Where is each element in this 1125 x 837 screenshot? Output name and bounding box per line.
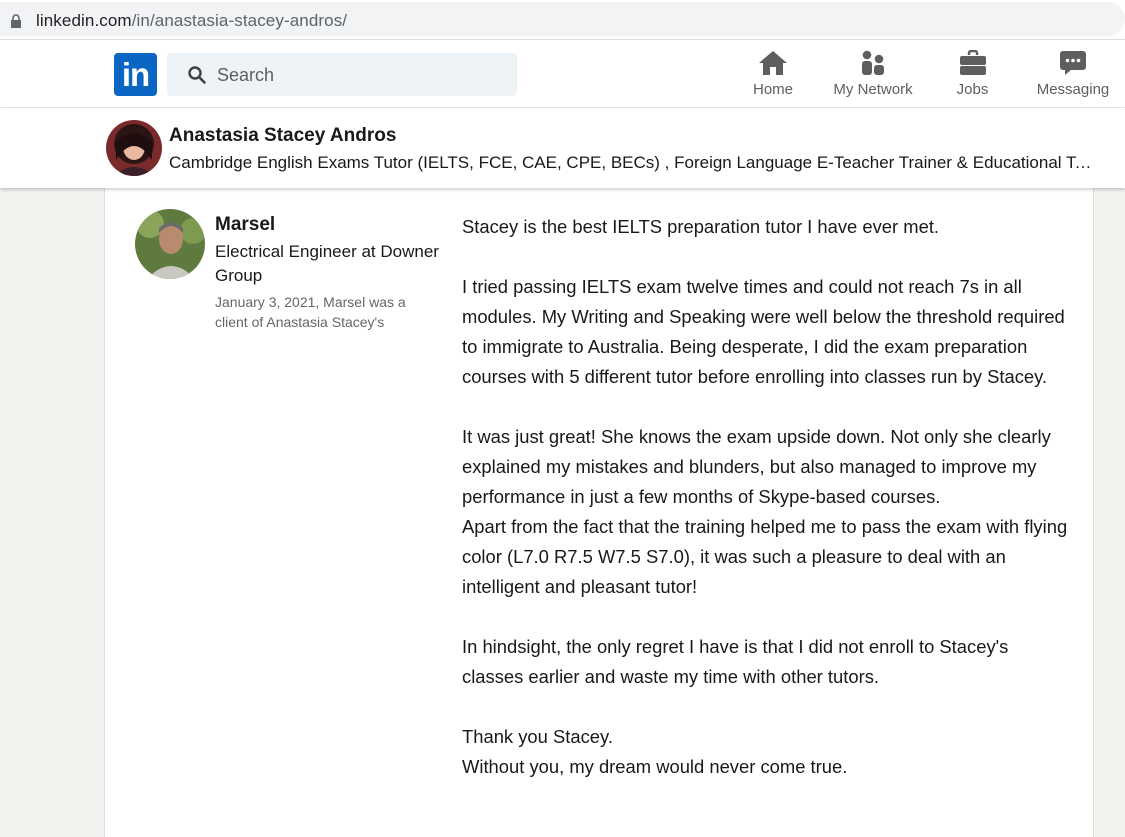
profile-name: Anastasia Stacey Andros (169, 125, 397, 146)
recommendation-paragraph: It was just great! She knows the exam up… (462, 426, 1051, 507)
nav-item-jobs[interactable]: Jobs (950, 50, 995, 98)
profile-headline: Cambridge English Exams Tutor (IELTS, FC… (169, 153, 1094, 172)
profile-avatar[interactable] (106, 120, 162, 176)
recommendation-card: Marsel Electrical Engineer at Downer Gro… (104, 188, 1094, 837)
search-input[interactable]: Search (167, 53, 517, 96)
home-icon (759, 51, 787, 75)
nav-item-my-network[interactable]: My Network (828, 50, 918, 98)
search-icon (188, 66, 206, 84)
recommendation-meta: January 3, 2021, Marsel was a client of … (215, 294, 406, 330)
nav-label-my-network: My Network (833, 81, 913, 98)
url-host: linkedin.com (36, 11, 132, 30)
logo-text: in (121, 55, 150, 93)
recommender-avatar[interactable] (135, 209, 205, 279)
top-navigation: in Search Home My Network Jobs Messaging (0, 40, 1125, 108)
network-icon (862, 50, 884, 75)
recommendation-paragraph: I tried passing IELTS exam twelve times … (462, 276, 1065, 387)
profile-photo (106, 120, 162, 176)
address-field[interactable]: linkedin.com/in/anastasia-stacey-andros/ (0, 2, 1125, 36)
recommendation-paragraph: Stacey is the best IELTS preparation tut… (462, 216, 940, 237)
lock-icon (11, 14, 21, 28)
url-path: /in/anastasia-stacey-andros/ (131, 11, 348, 30)
nav-label-home: Home (752, 81, 793, 98)
profile-sticky-header: Anastasia Stacey Andros Cambridge Englis… (0, 108, 1125, 188)
search-placeholder: Search (217, 65, 275, 85)
recommender-name[interactable]: Marsel (215, 214, 275, 236)
recommendation-paragraph: Without you, my dream would never come t… (462, 756, 848, 777)
recommender-title: Electrical Engineer at Downer Group (215, 242, 439, 285)
recommendation-text: Stacey is the best IELTS preparation tut… (462, 212, 1072, 782)
recommender-photo (135, 209, 205, 279)
messaging-icon (1060, 51, 1086, 75)
linkedin-logo[interactable]: in (114, 53, 157, 96)
recommendation-paragraph: In hindsight, the only regret I have is … (462, 636, 1009, 687)
briefcase-icon (959, 50, 986, 75)
nav-item-messaging[interactable]: Messaging (1033, 50, 1113, 98)
nav-item-home[interactable]: Home (748, 50, 798, 98)
nav-label-jobs: Jobs (956, 81, 989, 98)
address-url: linkedin.com/in/anastasia-stacey-andros/ (36, 11, 347, 31)
recommendation-paragraph: Thank you Stacey. (462, 726, 613, 747)
nav-label-messaging: Messaging (1036, 81, 1110, 98)
recommendation-paragraph: Apart from the fact that the training he… (462, 516, 1068, 597)
browser-address-bar: linkedin.com/in/anastasia-stacey-andros/ (0, 0, 1125, 40)
